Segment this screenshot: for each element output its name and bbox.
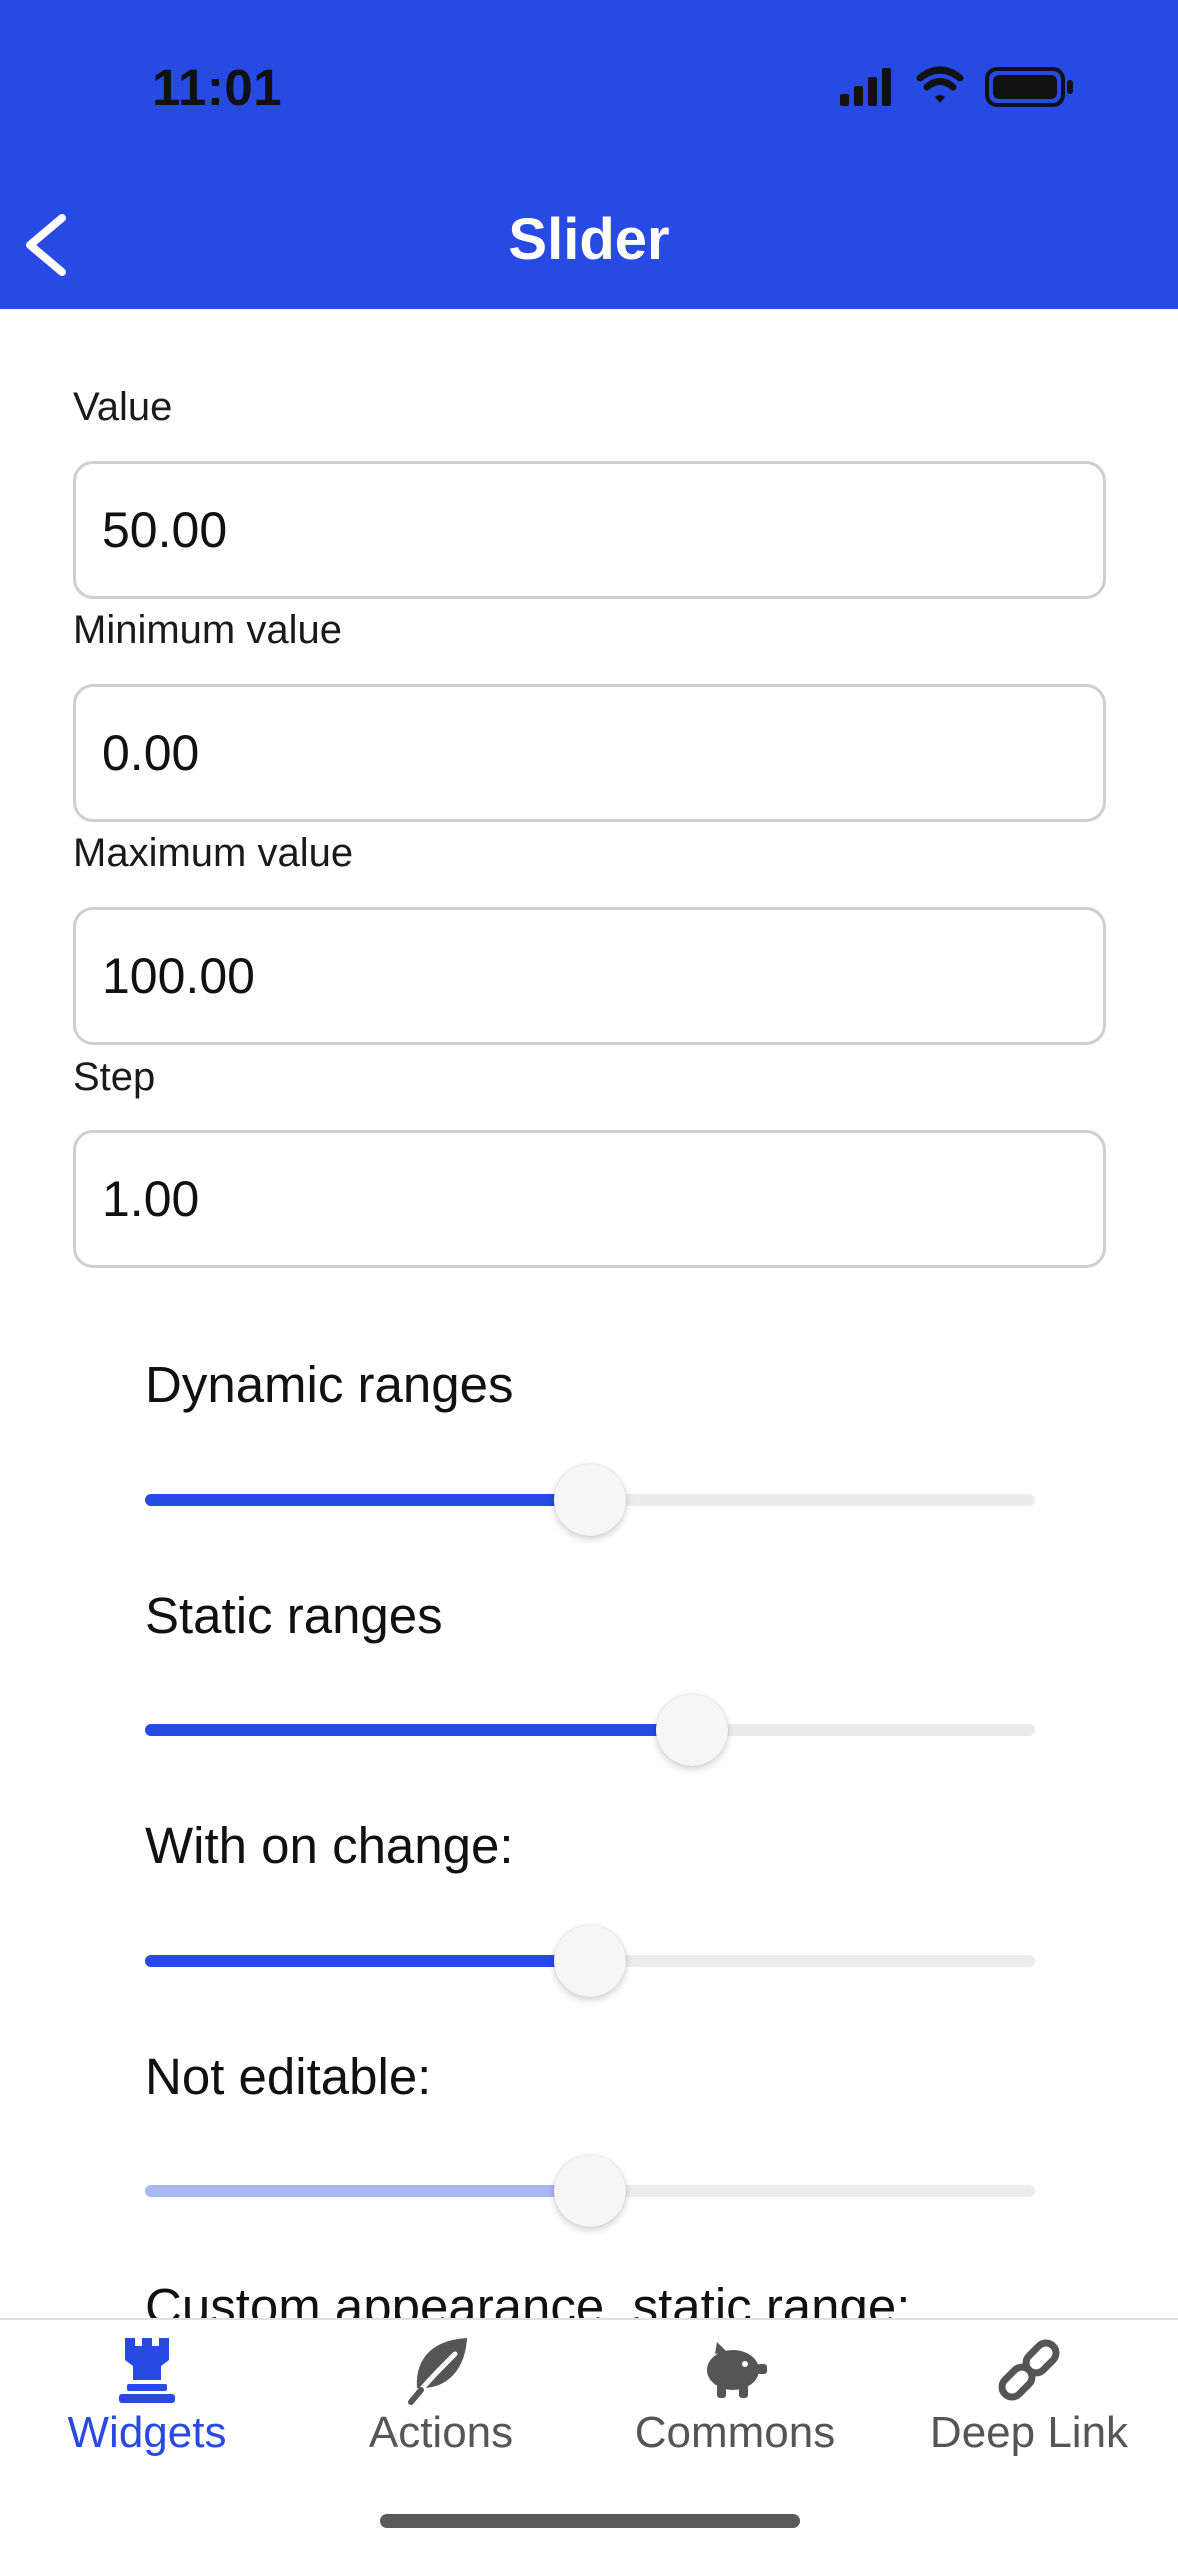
step-input[interactable] xyxy=(73,1130,1106,1268)
home-indicator xyxy=(380,2514,800,2528)
minimum-value-input[interactable] xyxy=(73,684,1106,822)
maximum-value-label: Maximum value xyxy=(73,831,354,875)
slider-fill xyxy=(145,1494,590,1506)
dynamic-ranges-slider[interactable] xyxy=(145,1460,1035,1540)
static-ranges-slider[interactable] xyxy=(145,1690,1035,1770)
step-label: Step xyxy=(73,1055,156,1099)
slider-fill xyxy=(145,1724,693,1736)
slider-thumb[interactable] xyxy=(554,1464,626,1536)
leaf-icon xyxy=(408,2338,467,2405)
tab-commons[interactable]: Commons xyxy=(588,2320,882,2520)
not-editable-slider xyxy=(145,2151,1035,2231)
piggy-bank-icon xyxy=(707,2342,767,2398)
signal-icon xyxy=(840,68,891,106)
chess-rook-icon xyxy=(119,2338,175,2403)
with-on-change-slider[interactable] xyxy=(145,1921,1035,2001)
tab-label: Commons xyxy=(634,2408,836,2457)
app-header: 11:01 Slider xyxy=(0,0,1178,309)
slider-fill xyxy=(145,1955,590,1967)
tab-label: Widgets xyxy=(67,2408,227,2457)
page-title: Slider xyxy=(508,207,670,272)
slider-thumb[interactable] xyxy=(554,1925,626,1997)
battery-icon xyxy=(985,67,1073,107)
value-label: Value xyxy=(73,385,173,429)
not-editable-label: Not editable: xyxy=(145,2048,432,2105)
tab-actions[interactable]: Actions xyxy=(294,2320,588,2520)
slider-thumb[interactable] xyxy=(656,1694,729,1766)
tab-deep-link[interactable]: Deep Link xyxy=(882,2320,1176,2520)
value-input[interactable] xyxy=(73,461,1106,599)
static-ranges-label: Static ranges xyxy=(145,1587,443,1644)
slider-thumb xyxy=(554,2155,626,2227)
status-time: 11:01 xyxy=(152,59,283,116)
tab-label: Deep Link xyxy=(929,2408,1129,2457)
maximum-value-input[interactable] xyxy=(73,907,1106,1045)
minimum-value-label: Minimum value xyxy=(73,608,342,652)
tab-label: Actions xyxy=(368,2408,514,2457)
status-icons xyxy=(840,66,1073,107)
link-icon xyxy=(998,2339,1060,2401)
wifi-icon xyxy=(916,66,964,103)
slider-fill xyxy=(145,2185,590,2197)
dynamic-ranges-label: Dynamic ranges xyxy=(145,1356,514,1413)
with-on-change-label: With on change: xyxy=(145,1817,514,1874)
tab-widgets[interactable]: Widgets xyxy=(0,2320,294,2520)
